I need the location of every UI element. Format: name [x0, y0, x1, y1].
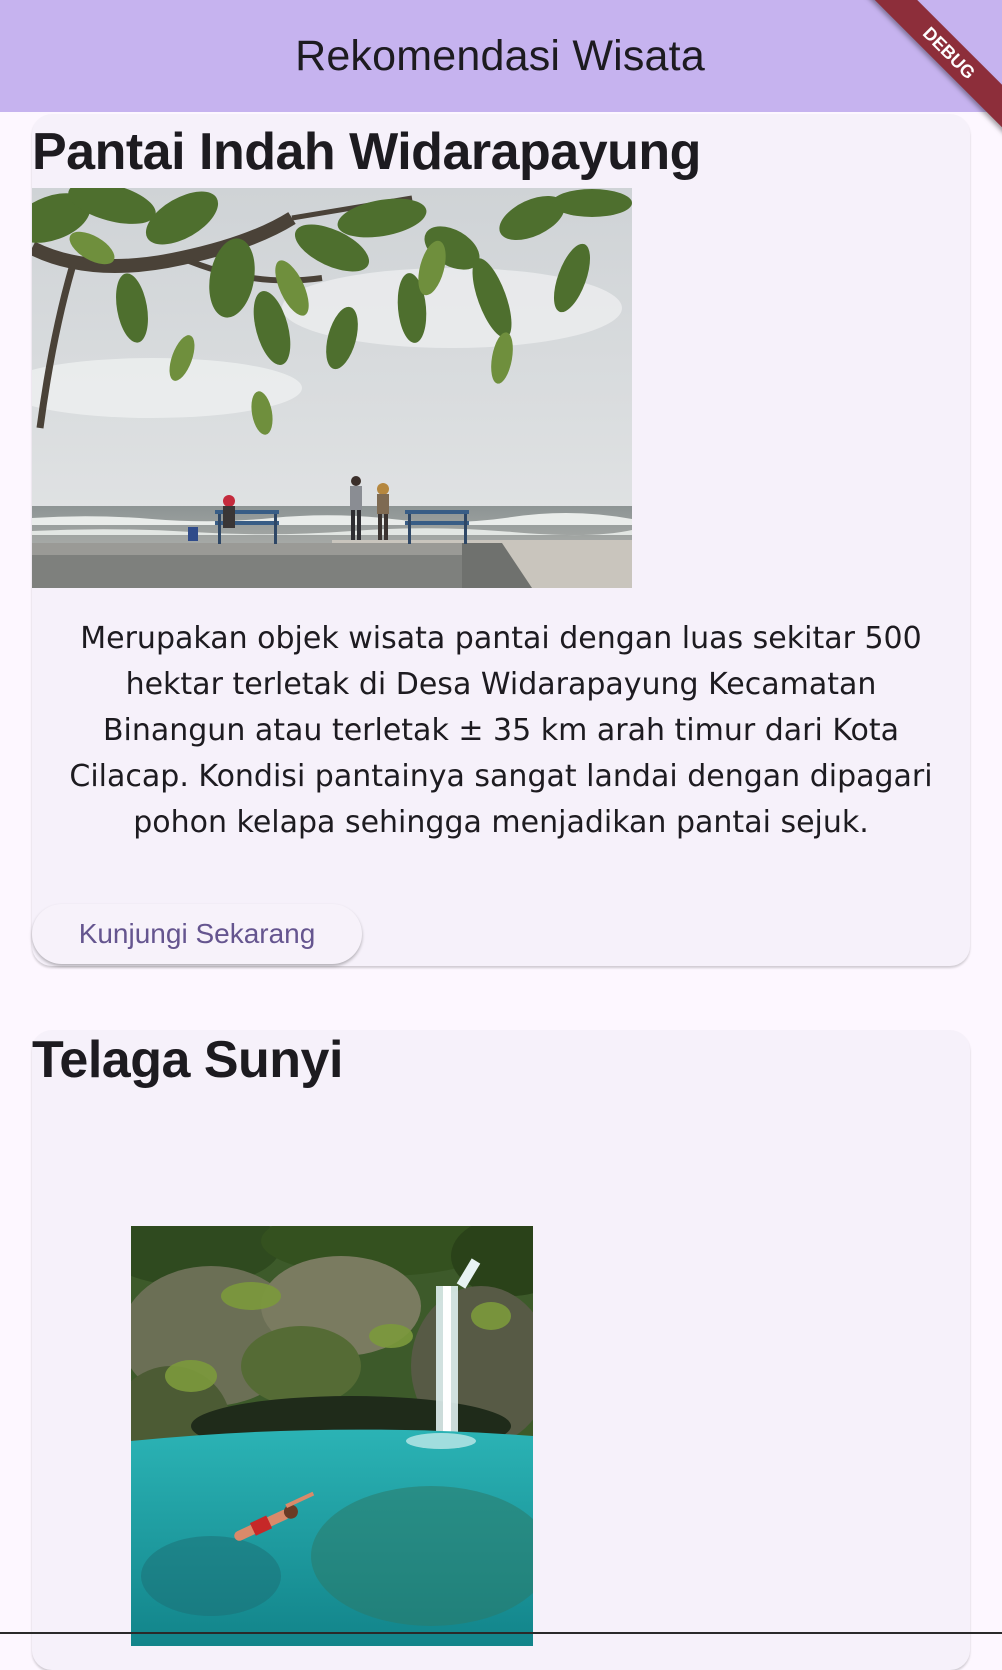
beach-photo	[32, 188, 632, 588]
destination-description: Merupakan objek wisata pantai dengan lua…	[69, 621, 933, 840]
destination-title: Pantai Indah Widarapayung	[32, 123, 701, 181]
lake-waterfall-photo	[131, 1226, 533, 1646]
app-bar-title: Rekomendasi Wisata	[295, 31, 705, 80]
visit-now-button[interactable]: Kunjungi Sekarang	[32, 904, 362, 964]
destination-card-telaga-sunyi: Telaga Sunyi	[32, 1030, 970, 1670]
destination-card-widarapayung: Pantai Indah Widarapayung Merupakan obje…	[32, 114, 970, 966]
destination-title: Telaga Sunyi	[32, 1031, 343, 1089]
app-bar: Rekomendasi Wisata	[0, 0, 1002, 112]
